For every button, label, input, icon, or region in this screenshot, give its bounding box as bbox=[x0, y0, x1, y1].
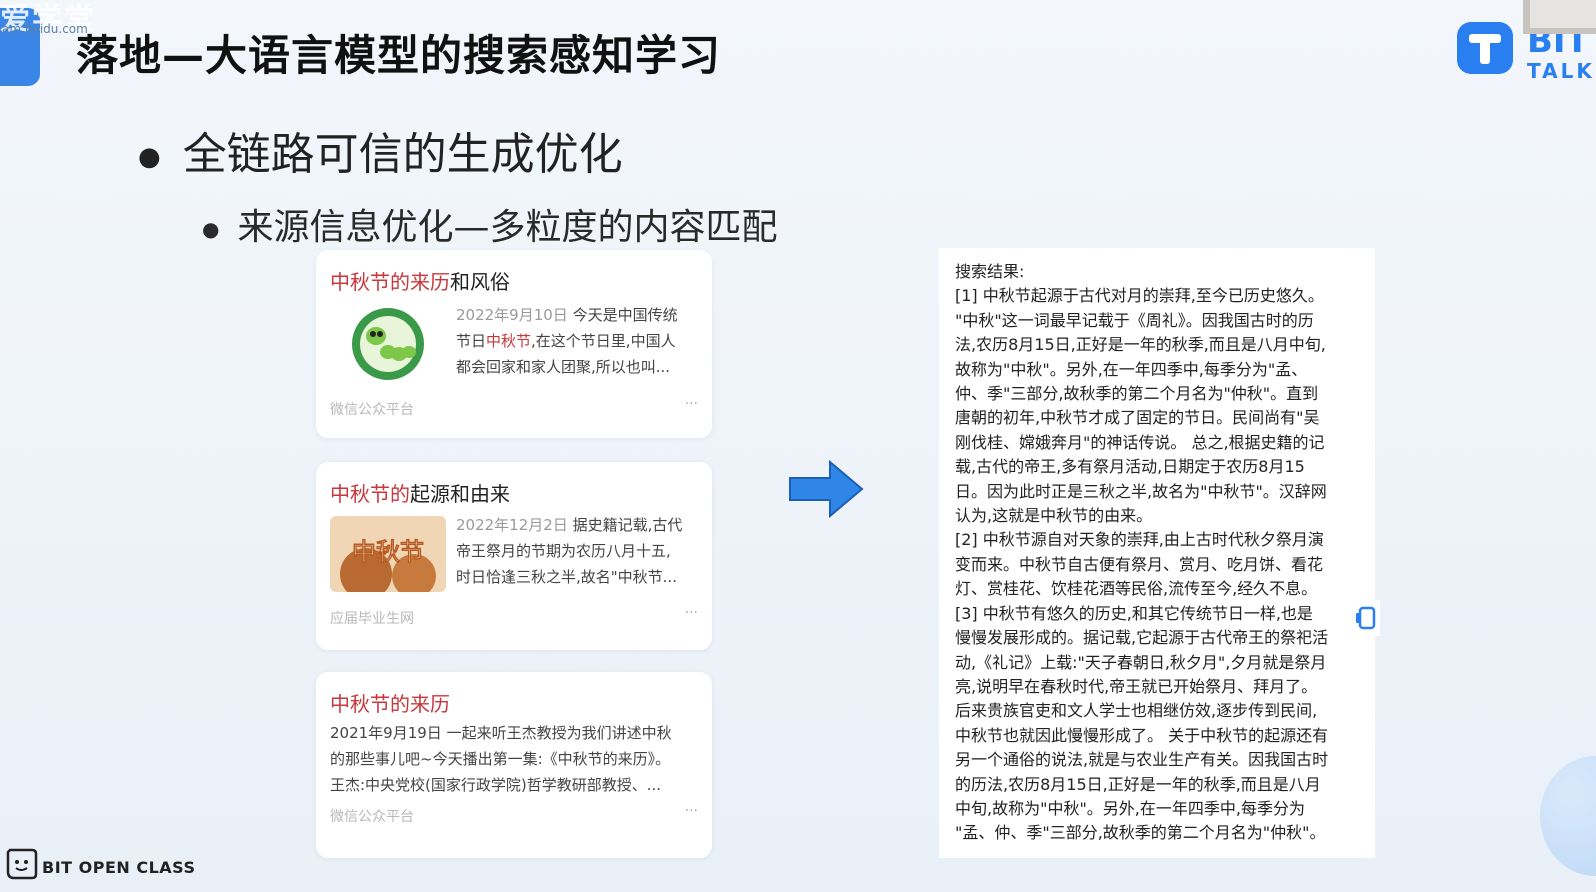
tal-line2: TALK bbox=[1527, 59, 1595, 83]
arrow-right-icon bbox=[789, 460, 864, 518]
side-action-button[interactable] bbox=[1352, 600, 1380, 636]
card-thumbnail: 中秋节 bbox=[330, 516, 446, 592]
bullet-level2: ● 来源信息优化—多粒度的内容匹配 bbox=[202, 207, 778, 248]
side-action-icon bbox=[1356, 606, 1376, 630]
search-card-2[interactable]: 中秋节的起源和由来 中秋节 2022年12月2日 据史籍记载,古代 帝王祭月的节… bbox=[316, 462, 712, 650]
more-options-icon[interactable]: ··· bbox=[685, 605, 698, 621]
thumbnail-caption: 中秋节 bbox=[352, 538, 424, 566]
card-source: 微信公众平台 bbox=[330, 809, 414, 825]
card-title[interactable]: 中秋节的来历和风俗 bbox=[330, 266, 510, 295]
more-options-icon[interactable]: ··· bbox=[685, 396, 698, 412]
search-result-panel: 搜索结果: [1] 中秋节起源于古代对月的崇拜,至今已历史悠久。 "中秋"这一词… bbox=[939, 248, 1375, 858]
tal-logo-text: BIT TALK bbox=[1527, 24, 1595, 86]
card-snippet: 2022年9月10日 今天是中国传统 节日中秋节,在这个节日里,中国人 都会回家… bbox=[456, 306, 678, 376]
bullet-level1: ● 全链路可信的生成优化 bbox=[138, 129, 623, 180]
more-options-icon[interactable]: ··· bbox=[685, 803, 698, 819]
card-thumbnail bbox=[330, 306, 446, 382]
bit-open-class-label: BIT OPEN CLASS bbox=[42, 858, 196, 877]
card-title[interactable]: 中秋节的起源和由来 bbox=[330, 478, 510, 507]
decorative-bubble bbox=[1540, 756, 1596, 876]
bullet-level2-text: 来源信息优化—多粒度的内容匹配 bbox=[237, 207, 778, 248]
card-snippet: 2021年9月19日 一起来听王杰教授为我们讲述中秋 的那些事儿吧~今天播出第一… bbox=[330, 724, 672, 794]
watermark-url: am.baidu.com bbox=[2, 22, 88, 36]
card-title[interactable]: 中秋节的来历 bbox=[330, 688, 450, 717]
search-card-1[interactable]: 中秋节的来历和风俗 2022年9月10日 今天是中国传统 节日中秋节,在这个节日… bbox=[316, 250, 712, 438]
bit-open-class-icon bbox=[6, 848, 38, 880]
bullet-level1-text: 全链路可信的生成优化 bbox=[182, 129, 623, 180]
camera-feed bbox=[1530, 0, 1596, 28]
search-card-3[interactable]: 中秋节的来历 2021年9月19日 一起来听王杰教授为我们讲述中秋 的那些事儿吧… bbox=[316, 672, 712, 858]
slide-title: 落地—大语言模型的搜索感知学习 bbox=[76, 31, 722, 80]
card-snippet: 2022年12月2日 据史籍记载,古代 帝王祭月的节期为农历八月十五, 时日恰逢… bbox=[456, 516, 683, 586]
tal-logo-icon bbox=[1457, 22, 1513, 74]
card-source: 微信公众平台 bbox=[330, 402, 414, 418]
search-result-text: 搜索结果: [1] 中秋节起源于古代对月的崇拜,至今已历史悠久。 "中秋"这一词… bbox=[955, 262, 1329, 843]
card-source: 应届毕业生网 bbox=[330, 611, 414, 627]
